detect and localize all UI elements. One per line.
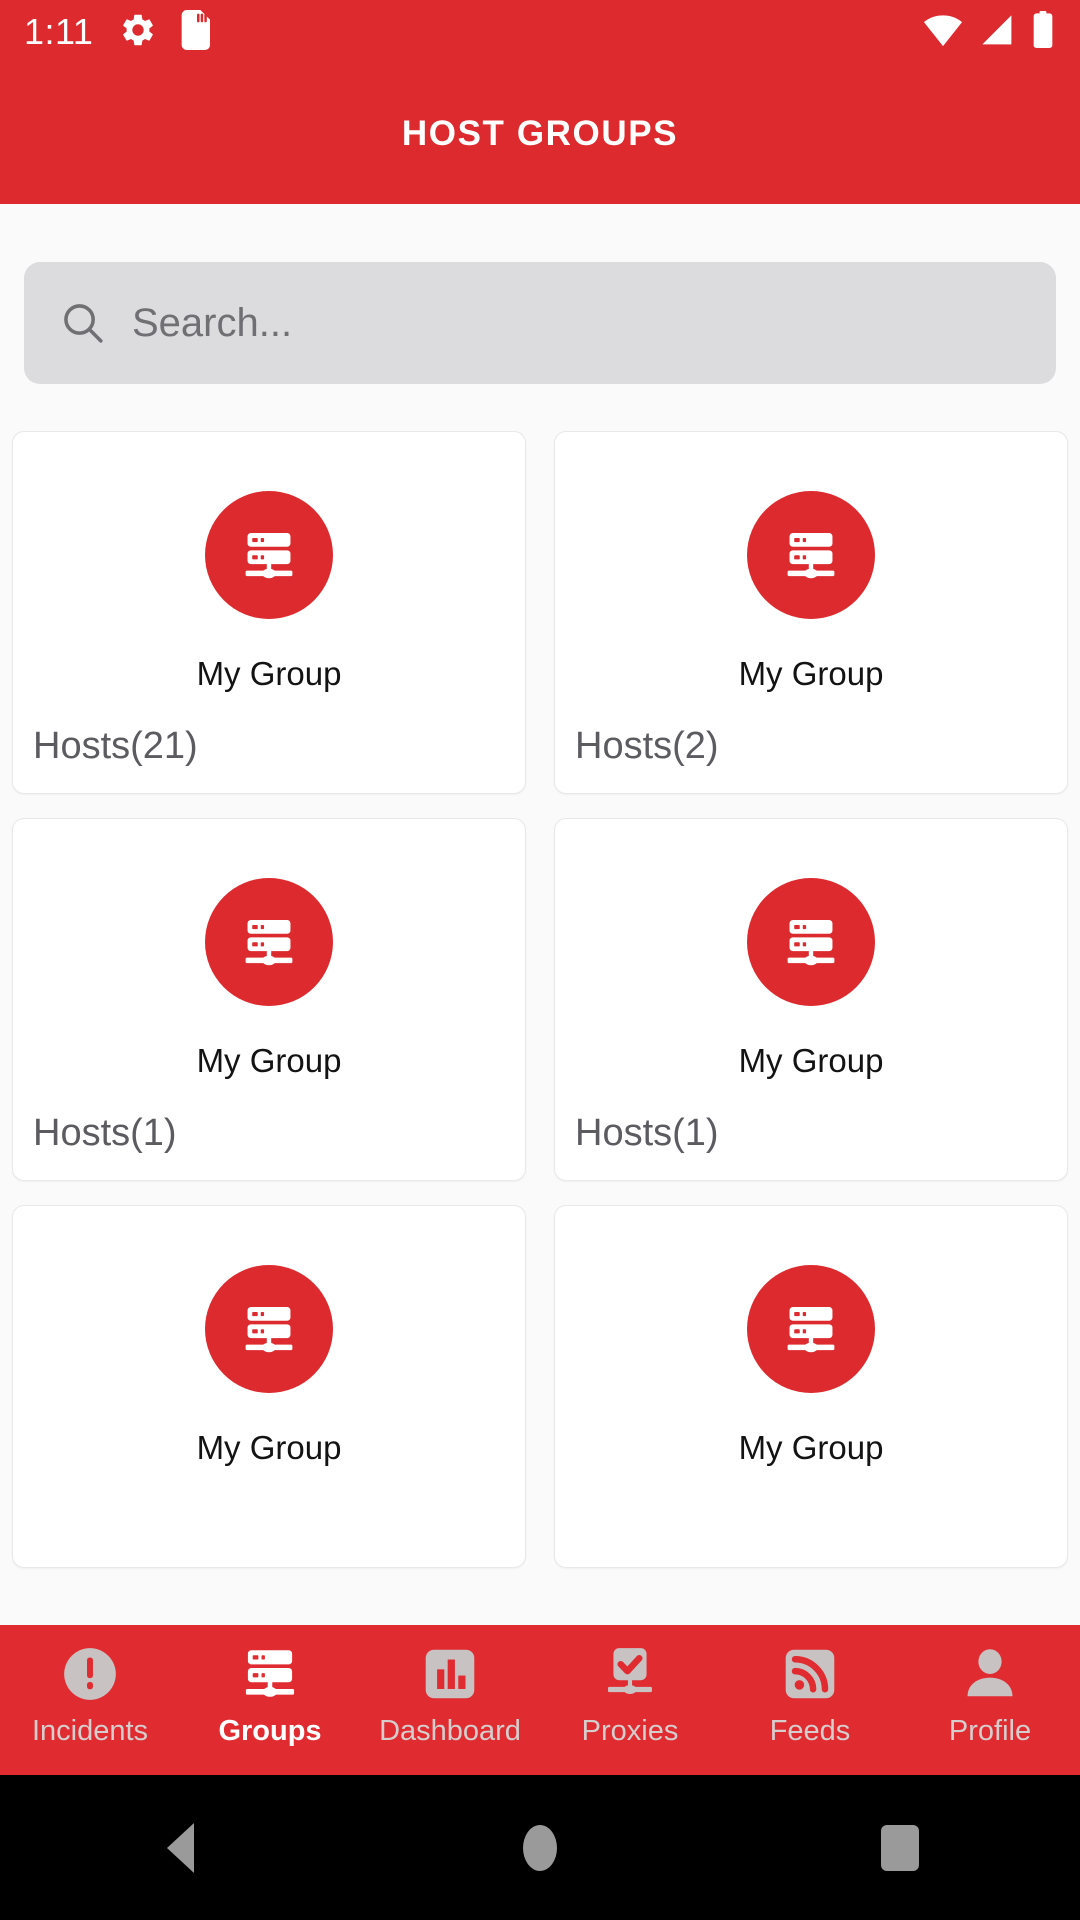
- nav-tab-incidents[interactable]: Incidents: [0, 1625, 180, 1746]
- nav-tab-groups[interactable]: Groups: [180, 1625, 360, 1746]
- sd-card-icon: [179, 9, 211, 55]
- server-rack-icon: [747, 491, 875, 619]
- back-triangle-icon: [166, 1822, 194, 1873]
- host-group-name: My Group: [196, 655, 342, 692]
- nav-label-groups: Groups: [218, 1715, 322, 1747]
- host-group-card[interactable]: My Group: [554, 1205, 1068, 1568]
- wifi-icon: [922, 13, 964, 52]
- host-group-hosts-count: Hosts(21): [33, 725, 198, 767]
- alert-exclamation-circle-icon: [59, 1641, 121, 1707]
- status-bar: 1:11: [0, 0, 1080, 64]
- bottom-navigation-bar: Incidents Groups Dashboard Proxies Feeds…: [0, 1625, 1080, 1775]
- person-icon: [959, 1641, 1021, 1707]
- status-bar-left-icons: [119, 9, 211, 55]
- host-group-card[interactable]: My Group Hosts(21): [12, 431, 526, 794]
- host-groups-grid: My Group Hosts(21) My Group Hosts(2) My …: [12, 431, 1068, 1568]
- search-icon: [60, 300, 106, 346]
- page-title: HOST GROUPS: [401, 114, 679, 153]
- cellular-signal-icon: [978, 13, 1018, 52]
- server-rack-icon: [236, 1641, 304, 1707]
- android-back-button[interactable]: [0, 1822, 360, 1873]
- proxy-check-icon: [599, 1641, 661, 1707]
- host-group-name: My Group: [738, 1042, 884, 1079]
- nav-label-dashboard: Dashboard: [379, 1715, 521, 1747]
- host-group-name: My Group: [196, 1042, 342, 1079]
- settings-gear-icon: [119, 11, 157, 54]
- content-scroll-area[interactable]: Search... My Group Hosts(21) My Group Ho…: [0, 204, 1080, 1625]
- home-circle-icon: [523, 1824, 557, 1871]
- search-section: Search...: [24, 262, 1056, 384]
- host-group-name: My Group: [738, 655, 884, 692]
- host-group-hosts-count: Hosts(1): [33, 1112, 177, 1154]
- nav-tab-dashboard[interactable]: Dashboard: [360, 1625, 540, 1746]
- search-input-placeholder[interactable]: Search...: [132, 301, 292, 346]
- nav-label-profile: Profile: [948, 1715, 1032, 1747]
- nav-label-proxies: Proxies: [581, 1715, 679, 1747]
- server-rack-icon: [205, 491, 333, 619]
- host-group-name: My Group: [738, 1429, 884, 1466]
- battery-icon: [1032, 10, 1054, 54]
- nav-label-feeds: Feeds: [769, 1715, 851, 1747]
- server-rack-icon: [747, 1265, 875, 1393]
- phone-screen: 1:11 HOST GROUPS Search... My Group Host…: [0, 0, 1080, 1920]
- rss-feed-icon: [779, 1641, 841, 1707]
- android-recents-button[interactable]: [720, 1824, 1080, 1871]
- host-group-card[interactable]: My Group: [12, 1205, 526, 1568]
- recents-square-icon: [881, 1824, 919, 1871]
- status-bar-clock: 1:11: [24, 11, 94, 52]
- nav-tab-profile[interactable]: Profile: [900, 1625, 1080, 1746]
- host-group-name: My Group: [196, 1429, 342, 1466]
- search-bar[interactable]: Search...: [24, 262, 1056, 384]
- android-system-navigation: [0, 1775, 1080, 1920]
- host-group-card[interactable]: My Group Hosts(1): [12, 818, 526, 1181]
- server-rack-icon: [205, 1265, 333, 1393]
- host-group-card[interactable]: My Group Hosts(1): [554, 818, 1068, 1181]
- app-bar: HOST GROUPS: [0, 64, 1080, 204]
- status-bar-right-icons: [922, 10, 1054, 54]
- android-home-button[interactable]: [360, 1824, 720, 1871]
- server-rack-icon: [205, 878, 333, 1006]
- nav-label-incidents: Incidents: [31, 1715, 149, 1747]
- host-group-hosts-count: Hosts(1): [575, 1112, 719, 1154]
- nav-tab-feeds[interactable]: Feeds: [720, 1625, 900, 1746]
- host-group-card[interactable]: My Group Hosts(2): [554, 431, 1068, 794]
- host-group-hosts-count: Hosts(2): [575, 725, 719, 767]
- server-rack-icon: [747, 878, 875, 1006]
- bar-chart-icon: [419, 1641, 481, 1707]
- nav-tab-proxies[interactable]: Proxies: [540, 1625, 720, 1746]
